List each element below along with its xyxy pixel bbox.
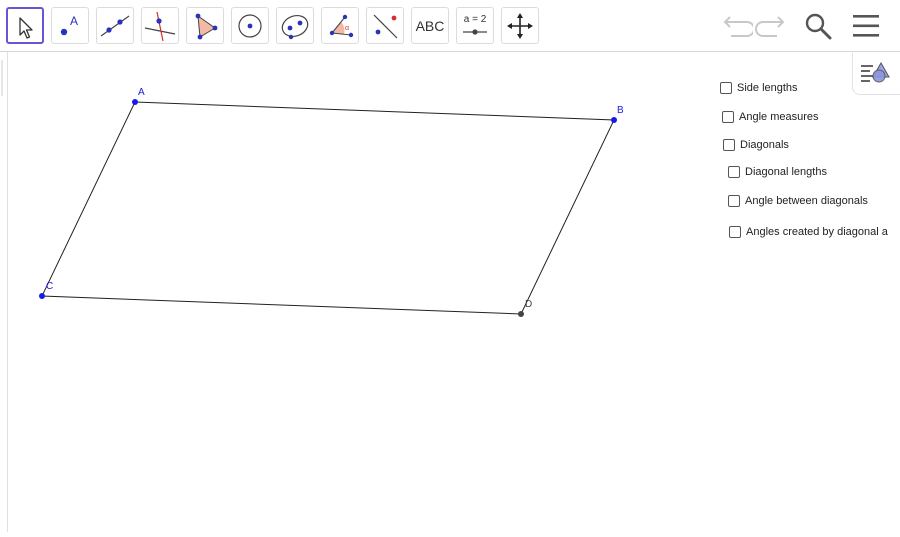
redo-button[interactable] [753, 8, 789, 44]
style-bar-toggle-button[interactable] [852, 53, 900, 95]
move-graphics-tool-button[interactable] [501, 7, 539, 44]
parallelogram-polygon[interactable] [41, 101, 615, 315]
main-menu-button[interactable] [847, 8, 883, 44]
diagonals-checkbox[interactable]: Diagonals [723, 139, 789, 151]
circle-icon [238, 14, 262, 38]
point-a-label: A [138, 87, 145, 98]
search-icon [805, 13, 832, 40]
point-icon: A [60, 14, 78, 36]
slider-icon-label: a = 2 [463, 14, 487, 25]
angle-tool-button[interactable]: α [321, 7, 359, 44]
reflect-tool-button[interactable] [366, 7, 404, 44]
geometry-canvas[interactable] [8, 53, 900, 532]
left-panel-handle[interactable] [1, 60, 3, 96]
move-tool-button[interactable] [6, 7, 44, 44]
svg-text:A: A [70, 14, 78, 28]
point-b-label: B [617, 105, 624, 116]
point-d-label: D [525, 299, 533, 310]
point-c[interactable] [39, 293, 45, 299]
angle-between-diagonals-label: Angle between diagonals [745, 195, 868, 207]
undo-icon [723, 16, 753, 37]
point-tool-button[interactable]: A [51, 7, 89, 44]
redo-icon [755, 16, 785, 37]
svg-text:α: α [345, 25, 349, 32]
point-d[interactable] [518, 311, 524, 317]
menu-icon [853, 15, 879, 37]
style-bar-icon [861, 61, 890, 83]
angle-measures-label: Angle measures [739, 111, 819, 123]
polygon-icon [195, 13, 218, 40]
text-tool-button[interactable]: ABC [411, 7, 449, 44]
perpendicular-line-icon [144, 11, 176, 42]
line-icon [100, 15, 130, 37]
graphics-view[interactable] [8, 53, 900, 532]
angles-created-by-diagonal-label: Angles created by diagonal a [746, 226, 888, 238]
side-lengths-label: Side lengths [737, 82, 798, 94]
line-tool-button[interactable] [96, 7, 134, 44]
diagonal-lengths-checkbox-box[interactable] [728, 166, 740, 178]
angle-icon: α [329, 14, 354, 38]
side-lengths-checkbox-box[interactable] [720, 82, 732, 94]
diagonal-lengths-checkbox[interactable]: Diagonal lengths [728, 166, 827, 178]
diagonals-checkbox-box[interactable] [723, 139, 735, 151]
reflect-icon [373, 14, 398, 39]
circle-tool-button[interactable] [231, 7, 269, 44]
slider-tool-button[interactable]: a = 2 [456, 7, 494, 44]
ellipse-icon [281, 15, 309, 40]
move-graphics-icon [507, 13, 533, 39]
search-button[interactable] [800, 8, 836, 44]
side-lengths-checkbox[interactable]: Side lengths [720, 82, 798, 94]
toolbar: A α ABC a = 2 [0, 0, 900, 52]
angle-between-diagonals-checkbox[interactable]: Angle between diagonals [728, 195, 868, 207]
angle-measures-checkbox[interactable]: Angle measures [722, 111, 819, 123]
left-panel-strip [0, 52, 8, 532]
conic-tool-button[interactable] [276, 7, 314, 44]
diagonals-label: Diagonals [740, 139, 789, 151]
angles-created-by-diagonal-checkbox[interactable]: Angles created by diagonal a [729, 226, 900, 238]
text-icon: ABC [415, 17, 445, 34]
diagonal-lengths-label: Diagonal lengths [745, 166, 827, 178]
point-b[interactable] [611, 117, 617, 123]
perpendicular-line-tool-button[interactable] [141, 7, 179, 44]
arrow-cursor-icon [19, 17, 33, 39]
angle-measures-checkbox-box[interactable] [722, 111, 734, 123]
polygon-tool-button[interactable] [186, 7, 224, 44]
angles-created-by-diagonal-checkbox-box[interactable] [729, 226, 741, 238]
point-c-label: C [46, 281, 54, 292]
point-a[interactable] [132, 99, 138, 105]
undo-button[interactable] [717, 8, 753, 44]
angle-between-diagonals-checkbox-box[interactable] [728, 195, 740, 207]
